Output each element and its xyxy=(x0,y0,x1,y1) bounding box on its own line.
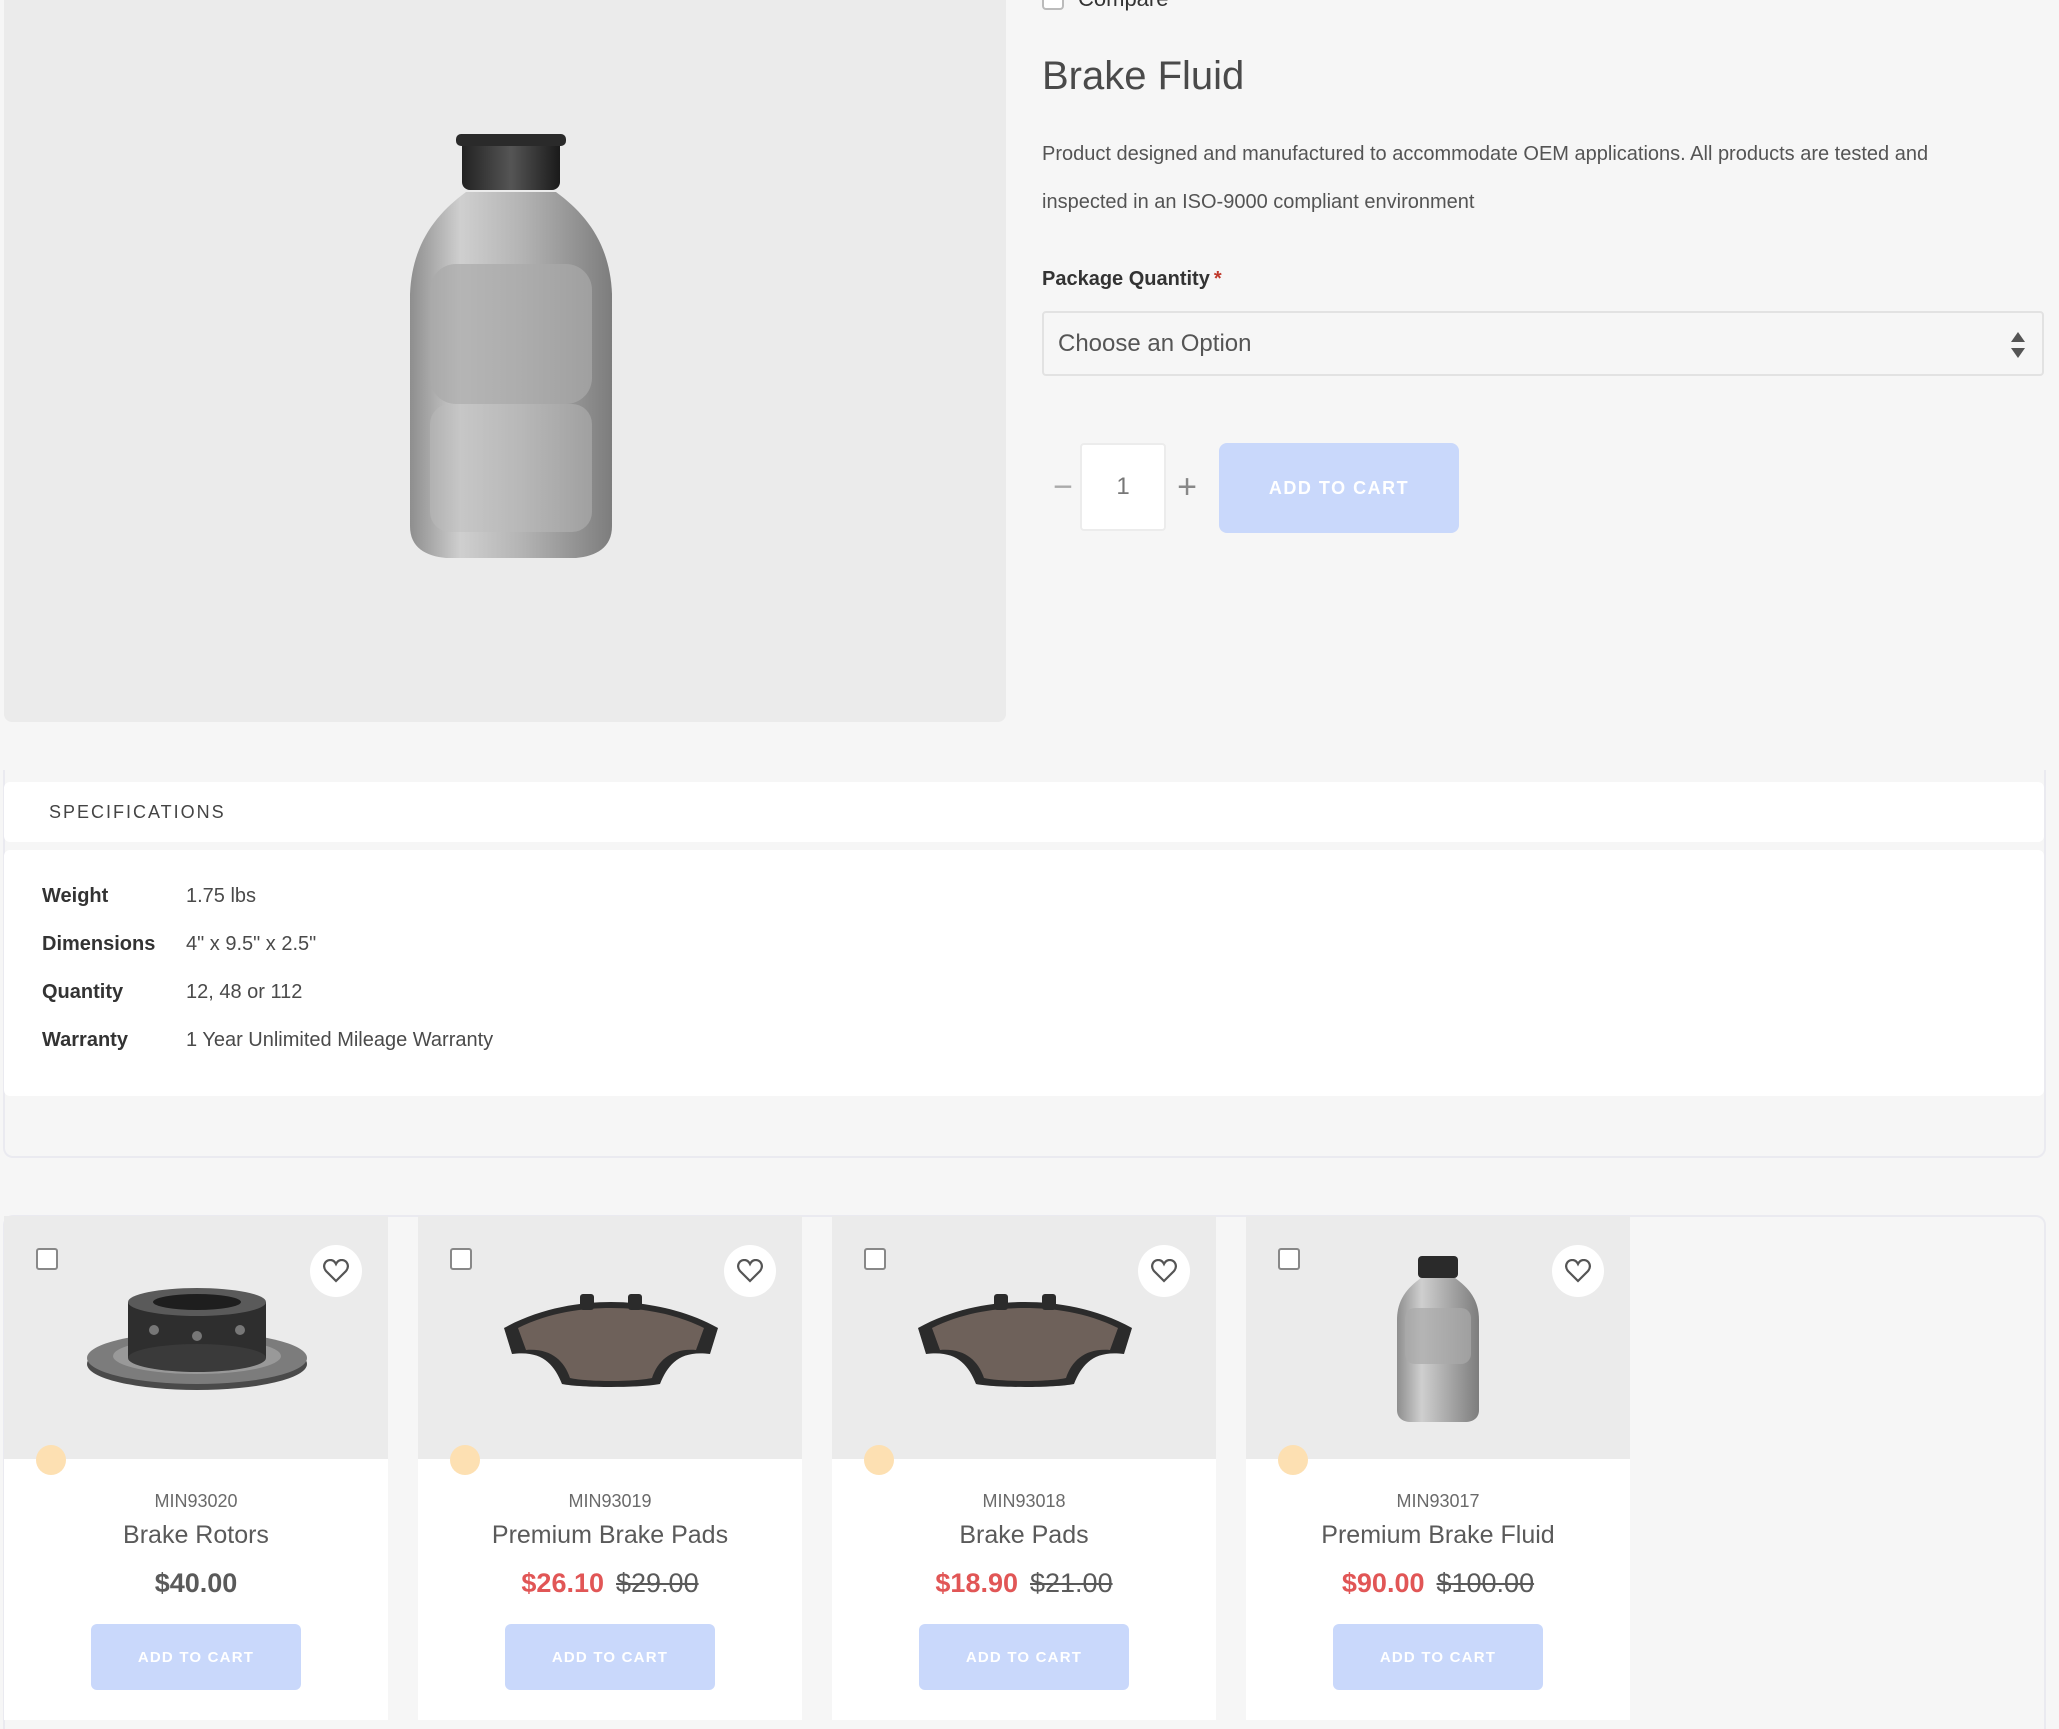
add-to-cart-button[interactable]: ADD TO CART xyxy=(91,1624,301,1690)
old-price: $29.00 xyxy=(616,1568,699,1598)
specifications-table: Weight 1.75 lbs Dimensions 4" x 9.5" x 2… xyxy=(4,850,2044,1096)
product-title: Brake Fluid xyxy=(1042,54,1245,98)
compare-checkbox[interactable] xyxy=(1042,0,1064,10)
old-price: $100.00 xyxy=(1436,1568,1535,1598)
product-name-link[interactable]: Brake Pads xyxy=(832,1521,1216,1550)
product-price: $40.00 xyxy=(4,1568,388,1599)
option-label-text: Package Quantity xyxy=(1042,268,1210,290)
compare-label: Compare xyxy=(1078,0,1168,12)
spec-value: 1 Year Unlimited Mileage Warranty xyxy=(186,1029,494,1051)
badge-dot xyxy=(36,1445,66,1475)
spec-row-quantity: Quantity 12, 48 or 112 xyxy=(42,981,302,1004)
compare-checkbox[interactable] xyxy=(36,1248,58,1270)
compare-checkbox[interactable] xyxy=(1278,1248,1300,1270)
product-description: Product designed and manufactured to acc… xyxy=(1042,143,1929,213)
fluid-bottle-icon xyxy=(1397,1256,1479,1422)
sale-price: $18.90 xyxy=(935,1568,1018,1598)
badge-dot xyxy=(864,1445,894,1475)
spec-row-warranty: Warranty 1 Year Unlimited Mileage Warran… xyxy=(42,1029,493,1052)
tab-specifications[interactable]: SPECIFICATIONS xyxy=(4,782,2044,842)
add-to-cart-button[interactable]: ADD TO CART xyxy=(1219,443,1459,533)
quantity-increase-button[interactable]: + xyxy=(1172,460,1202,514)
product-card[interactable]: MIN93019 Premium Brake Pads $26.10 $29.00… xyxy=(418,1216,802,1720)
spec-value: 12, 48 or 112 xyxy=(186,981,303,1003)
add-to-cart-button[interactable]: ADD TO CART xyxy=(505,1624,715,1690)
spec-key: Quantity xyxy=(42,981,124,1003)
badge-dot xyxy=(450,1445,480,1475)
regular-price: $40.00 xyxy=(154,1568,238,1598)
product-sku: MIN93017 xyxy=(1396,1491,1480,1511)
product-name-link[interactable]: Premium Brake Pads xyxy=(418,1521,802,1550)
product-card[interactable]: MIN93018 Brake Pads $18.90 $21.00 ADD TO … xyxy=(832,1216,1216,1720)
add-to-cart-button[interactable]: ADD TO CART xyxy=(919,1624,1129,1690)
spec-value: 4" x 9.5" x 2.5" xyxy=(186,933,317,955)
product-price: $26.10 $29.00 xyxy=(418,1568,802,1599)
sale-price: $90.00 xyxy=(1341,1568,1425,1598)
compare-checkbox[interactable] xyxy=(864,1248,886,1270)
old-price: $21.00 xyxy=(1030,1568,1113,1598)
quantity-decrease-button[interactable]: − xyxy=(1050,460,1076,514)
brake-pad-icon xyxy=(918,1294,1132,1387)
wishlist-button[interactable] xyxy=(1552,1245,1604,1297)
spec-row-weight: Weight 1.75 lbs xyxy=(42,885,256,908)
select-arrows-icon xyxy=(2011,332,2025,358)
package-quantity-label: Package Quantity * xyxy=(1042,268,1222,291)
add-to-cart-button[interactable]: ADD TO CART xyxy=(1333,1624,1543,1690)
compare-checkbox[interactable] xyxy=(450,1248,472,1270)
quantity-input[interactable]: 1 xyxy=(1080,443,1166,531)
wishlist-button[interactable] xyxy=(1138,1245,1190,1297)
brake-fluid-bottle-icon xyxy=(410,134,612,558)
heart-icon xyxy=(1151,1259,1177,1283)
spec-key: Dimensions xyxy=(42,933,156,955)
spec-value: 1.75 lbs xyxy=(186,885,257,907)
compare-toggle[interactable]: Compare xyxy=(1042,0,1168,12)
product-sku: MIN93020 xyxy=(154,1491,238,1511)
heart-icon xyxy=(1565,1259,1591,1283)
spec-key: Weight xyxy=(42,885,109,907)
heart-icon xyxy=(737,1259,763,1283)
product-sku: MIN93018 xyxy=(982,1491,1066,1511)
product-card[interactable]: MIN93017 Premium Brake Fluid $90.00 $100.… xyxy=(1246,1216,1630,1720)
spec-row-dimensions: Dimensions 4" x 9.5" x 2.5" xyxy=(42,933,316,956)
product-name-link[interactable]: Premium Brake Fluid xyxy=(1246,1521,1630,1550)
required-marker: * xyxy=(1213,268,1222,290)
product-price: $90.00 $100.00 xyxy=(1246,1568,1630,1599)
brake-rotor-icon xyxy=(87,1288,307,1390)
badge-dot xyxy=(1278,1445,1308,1475)
product-sku: MIN93019 xyxy=(568,1491,652,1511)
spec-key: Warranty xyxy=(42,1029,128,1051)
product-price: $18.90 $21.00 xyxy=(832,1568,1216,1599)
product-image-gallery xyxy=(4,0,1006,722)
product-name-link[interactable]: Brake Rotors xyxy=(4,1521,388,1550)
brake-pad-icon xyxy=(504,1294,718,1387)
heart-icon xyxy=(323,1259,349,1283)
product-card[interactable]: MIN93020 Brake Rotors $40.00 ADD TO CART xyxy=(4,1216,388,1720)
wishlist-button[interactable] xyxy=(724,1245,776,1297)
sale-price: $26.10 xyxy=(521,1568,604,1598)
select-value: Choose an Option xyxy=(1058,329,1252,357)
package-quantity-select[interactable]: Choose an Option xyxy=(1042,311,2044,376)
wishlist-button[interactable] xyxy=(310,1245,362,1297)
